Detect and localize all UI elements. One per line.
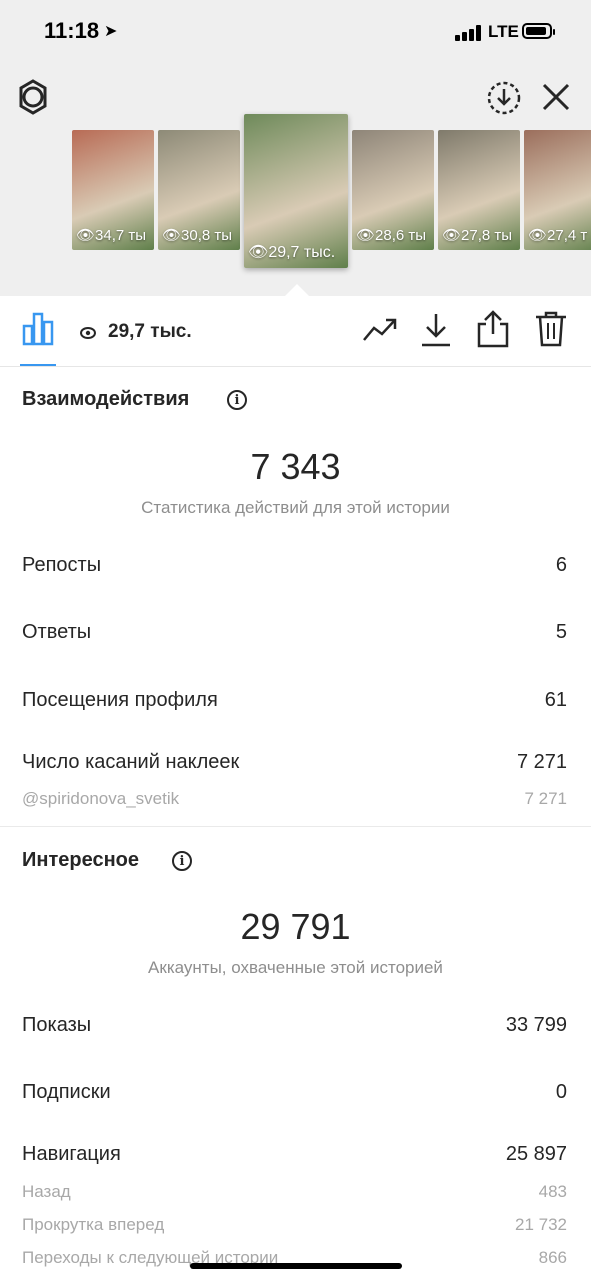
- metric-label: Репосты: [22, 554, 102, 576]
- interactions-total: 7 343: [250, 446, 341, 487]
- active-tab-indicator: [20, 364, 56, 366]
- metric-value: 0: [555, 1081, 567, 1103]
- navigation-detail-value: 21 732: [515, 1215, 567, 1234]
- home-indicator[interactable]: [190, 1263, 402, 1269]
- insights-bar-chart-icon[interactable]: [22, 312, 56, 351]
- total-views: 29,7 тыс.: [108, 321, 192, 342]
- interactions-subtitle: Статистика действий для этой истории: [141, 498, 450, 517]
- info-icon[interactable]: i: [227, 390, 247, 410]
- promote-trend-icon[interactable]: [362, 316, 398, 349]
- story-thumbnail[interactable]: 👁︎34,7 ты: [72, 130, 154, 250]
- story-thumbnail[interactable]: 👁︎30,8 ты: [158, 130, 240, 250]
- metric-label: Число касаний наклеек: [22, 751, 240, 773]
- battery-icon: [522, 23, 555, 39]
- selected-caret: [285, 284, 309, 296]
- navigation-detail-value: 866: [538, 1248, 567, 1267]
- network-label: LTE: [488, 22, 519, 41]
- metric-label: Подписки: [22, 1081, 111, 1103]
- thumbnail-views: 👁︎30,8 ты: [162, 227, 233, 244]
- interactions-title: Взаимодействия: [22, 388, 190, 410]
- story-thumbnail[interactable]: 👁︎28,6 ты: [352, 130, 434, 250]
- metric-value: 25 897: [505, 1143, 567, 1165]
- story-thumbnail[interactable]: 👁︎27,4 т: [524, 130, 591, 250]
- metric-value: 6: [555, 554, 567, 576]
- metric-value: 5: [555, 621, 567, 643]
- status-time: 11:18: [44, 18, 100, 43]
- story-thumbnails: 👁︎34,7 ты 👁︎30,8 ты 👁︎29,7 тыс. 👁︎28,6 т…: [0, 110, 591, 280]
- navigation-detail-label: Прокрутка вперед: [22, 1215, 165, 1234]
- section-divider: [0, 826, 591, 827]
- thumbnail-views: 👁︎27,8 ты: [442, 227, 513, 244]
- navigation-detail-value: 483: [538, 1182, 567, 1201]
- story-thumbnail[interactable]: 👁︎27,8 ты: [438, 130, 520, 250]
- location-arrow-icon: ➤: [104, 23, 118, 40]
- story-thumbnail-selected[interactable]: 👁︎29,7 тыс.: [244, 114, 348, 268]
- signal-icon: [455, 25, 483, 41]
- sticker-detail-label: @spiridonova_svetik: [22, 789, 180, 808]
- discovery-title: Интересное: [22, 849, 139, 871]
- story-toolbar: 29,7 тыс.: [0, 296, 591, 367]
- metric-label: Показы: [22, 1014, 92, 1036]
- metric-value: 33 799: [505, 1014, 567, 1036]
- sticker-detail-value: 7 271: [524, 789, 567, 808]
- stories-header: 11:18 ➤ LTE 👁︎34,7 ты 👁︎30,8 ты 👁︎29,7 т…: [0, 0, 591, 296]
- metric-label: Посещения профиля: [22, 689, 218, 711]
- discovery-total: 29 791: [240, 906, 351, 947]
- thumbnail-views: 👁︎28,6 ты: [356, 227, 427, 244]
- share-icon[interactable]: [477, 310, 509, 353]
- thumbnail-views: 👁︎27,4 т: [528, 227, 588, 244]
- metric-label: Ответы: [22, 621, 92, 643]
- metric-value: 7 271: [516, 751, 567, 773]
- metric-value: 61: [544, 689, 567, 711]
- info-icon[interactable]: i: [172, 851, 192, 871]
- metric-label: Навигация: [22, 1143, 121, 1165]
- delete-trash-icon[interactable]: [535, 310, 567, 353]
- thumbnail-views: 👁︎29,7 тыс.: [248, 244, 336, 261]
- navigation-detail-label: Назад: [22, 1182, 71, 1201]
- thumbnail-views: 👁︎34,7 ты: [76, 227, 147, 244]
- download-icon[interactable]: [420, 312, 452, 353]
- eye-icon: [80, 326, 96, 344]
- discovery-subtitle: Аккаунты, охваченные этой историей: [148, 958, 443, 977]
